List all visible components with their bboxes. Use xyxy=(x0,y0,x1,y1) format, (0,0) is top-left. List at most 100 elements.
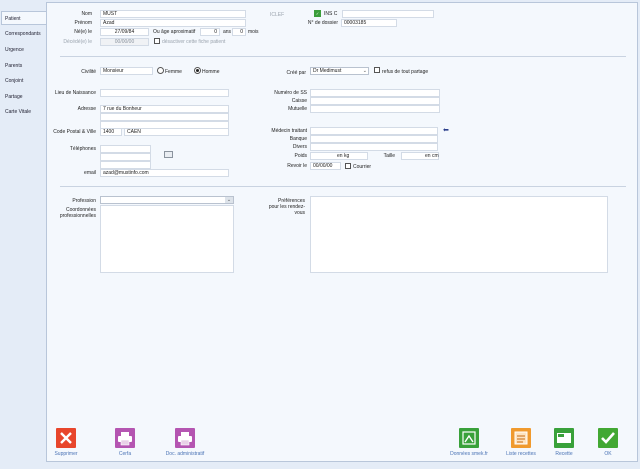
preferences-label-3: vous xyxy=(294,210,305,216)
email-label: email xyxy=(84,170,96,176)
printer-icon xyxy=(115,428,135,448)
coordonnees-label-2: professionnelles xyxy=(59,213,96,219)
prenom-label: Prénom xyxy=(74,20,92,26)
femme-radio[interactable] xyxy=(157,67,164,74)
cree-par-select[interactable]: Dr Medimust ⌄ xyxy=(310,67,369,75)
separator xyxy=(60,186,626,187)
ins-label: INS C xyxy=(324,11,338,17)
adresse-line2-field[interactable] xyxy=(100,113,229,121)
code-postal-label: Code Postal & Ville xyxy=(53,129,96,135)
dossier-label: N° de dossier xyxy=(307,20,338,26)
tab-conjoint[interactable]: Conjoint xyxy=(2,74,45,88)
age-months-field[interactable]: 0 xyxy=(232,28,246,36)
tab-carte-vitale[interactable]: Carte Vitale xyxy=(2,105,45,119)
telephone-3-field[interactable] xyxy=(100,161,151,169)
recette-label: Recette xyxy=(555,451,573,457)
printer-icon xyxy=(175,428,195,448)
telephones-label: Téléphones xyxy=(69,146,96,152)
poids-label: Poids xyxy=(294,153,307,159)
caisse-label: Caisse xyxy=(291,98,307,104)
doc-administratif-button[interactable]: Doc. administratif xyxy=(158,428,212,457)
tab-partage[interactable]: Partage xyxy=(2,90,45,104)
divers-field[interactable] xyxy=(310,143,438,151)
telephone-2-field[interactable] xyxy=(100,153,151,161)
delete-x-icon xyxy=(56,428,76,448)
tab-urgence[interactable]: Urgence xyxy=(2,43,45,57)
separator xyxy=(60,56,626,57)
ins-icon[interactable]: ✓ xyxy=(314,10,321,17)
mutuelle-field[interactable] xyxy=(310,105,440,113)
cree-par-label: Créé par xyxy=(286,70,306,76)
medecin-traitant-field[interactable] xyxy=(310,127,438,135)
tab-parents[interactable]: Parents xyxy=(2,59,45,73)
liste-recettes-label: Liste recettes xyxy=(506,451,536,457)
donnees-smek-label: Données smek.fr xyxy=(450,451,488,457)
sidebar: Patient Correspondants Urgence Parents C… xyxy=(0,0,47,469)
courrier-label: Courrier xyxy=(353,164,372,170)
email-field[interactable]: azad@mustinfo.com xyxy=(100,169,229,177)
revoir-field[interactable]: 00/00/00 xyxy=(310,162,341,170)
recette-button[interactable]: Recette xyxy=(548,428,580,457)
supprimer-button[interactable]: Supprimer xyxy=(51,428,81,457)
mutuelle-label: Mutuelle xyxy=(288,106,307,112)
femme-label: Femme xyxy=(165,69,182,75)
profession-label: Profession xyxy=(72,198,96,204)
date-deces-field[interactable]: 00/00/00 xyxy=(100,38,149,46)
homme-radio[interactable] xyxy=(194,67,201,74)
taille-label: Taille xyxy=(383,153,395,159)
coordonnees-textarea[interactable] xyxy=(100,205,234,273)
doc-administratif-label: Doc. administratif xyxy=(165,451,205,457)
date-naissance-field[interactable]: 27/09/84 xyxy=(100,28,149,36)
list-icon xyxy=(511,428,531,448)
liste-recettes-button[interactable]: Liste recettes xyxy=(498,428,544,457)
lieu-naissance-field[interactable] xyxy=(100,89,229,97)
tab-correspondants[interactable]: Correspondants xyxy=(2,27,45,41)
refus-partage-checkbox[interactable] xyxy=(374,67,380,73)
chevron-down-icon: ⌄ xyxy=(362,68,367,74)
code-postal-field[interactable]: 1400 xyxy=(100,128,122,136)
date-deces-label: Décédé(e) le xyxy=(63,39,92,45)
ville-field[interactable]: CAEN xyxy=(124,128,229,136)
homme-label: Homme xyxy=(202,69,220,75)
ss-label: Numéro de SS xyxy=(274,90,307,96)
ok-button[interactable]: OK xyxy=(594,428,622,457)
card-icon xyxy=(554,428,574,448)
courrier-checkbox[interactable] xyxy=(345,163,351,169)
donnees-smek-button[interactable]: Données smek.fr xyxy=(444,428,494,457)
nom-field[interactable]: MUST xyxy=(100,10,246,18)
profession-select[interactable]: ⌄ xyxy=(100,196,234,204)
dossier-field[interactable]: 00003185 xyxy=(341,19,397,27)
medecin-traitant-label: Médecin traitant xyxy=(271,128,307,134)
revoir-label: Revoir le xyxy=(287,163,307,169)
ins-field[interactable] xyxy=(342,10,434,18)
sms-icon[interactable] xyxy=(164,151,173,158)
telephone-1-field[interactable] xyxy=(100,145,151,153)
refus-partage-label: refus de tout partage xyxy=(382,69,429,75)
preferences-textarea[interactable] xyxy=(310,196,608,273)
iclef-label: ICLEF xyxy=(270,12,285,18)
supprimer-label: Supprimer xyxy=(54,451,78,457)
desactiver-checkbox[interactable] xyxy=(154,38,160,44)
tab-patient[interactable]: Patient xyxy=(1,11,47,25)
civilite-field[interactable]: Monsieur xyxy=(100,67,153,75)
chevron-down-icon: ⌄ xyxy=(225,197,233,203)
caisse-field[interactable] xyxy=(310,97,440,105)
nom-label: Nom xyxy=(81,11,92,17)
age-approx-label: Ou âge aproximatif xyxy=(153,29,196,35)
taille-unit: en cm xyxy=(425,153,439,159)
banque-label: Banque xyxy=(289,136,307,142)
banque-field[interactable] xyxy=(310,135,438,143)
divers-label: Divers xyxy=(292,144,307,150)
adresse-label: Adresse xyxy=(77,106,96,112)
prenom-field[interactable]: Azad xyxy=(100,19,246,27)
arrow-left-icon[interactable]: ⬅ xyxy=(443,126,449,134)
data-sync-icon xyxy=(459,428,479,448)
ss-field[interactable] xyxy=(310,89,440,97)
check-icon xyxy=(598,428,618,448)
desactiver-label: désactiver cette fiche patient xyxy=(162,39,226,45)
age-months-unit: mois xyxy=(248,29,259,35)
adresse-line1-field[interactable]: 7 rue du Bonheur xyxy=(100,105,229,113)
cerfa-button[interactable]: Cerfa xyxy=(110,428,140,457)
age-years-field[interactable]: 0 xyxy=(200,28,220,36)
date-naissance-label: Né(e) le xyxy=(74,29,92,35)
